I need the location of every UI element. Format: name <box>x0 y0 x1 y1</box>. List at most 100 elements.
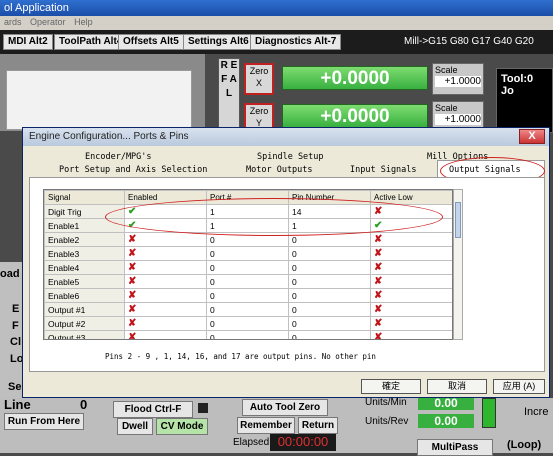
tab-spindle-setup[interactable]: Spindle Setup <box>257 152 324 162</box>
tab-input-signals[interactable]: Input Signals <box>350 165 417 175</box>
set-label[interactable]: Se <box>8 381 21 393</box>
app-menu-bar: ards Operator Help <box>0 16 553 30</box>
port-cell[interactable]: 0 <box>206 330 289 339</box>
active-low-cell[interactable]: ✘ <box>370 330 452 340</box>
multipass-button[interactable]: MultiPass <box>417 439 493 456</box>
cross-icon[interactable]: ✘ <box>374 332 382 340</box>
tab-port-setup[interactable]: Port Setup and Axis Selection <box>59 165 207 175</box>
pin-cell[interactable]: 0 <box>288 246 371 261</box>
table-row[interactable]: Enable3 ✘ 0 0 ✘ <box>44 246 452 261</box>
port-cell[interactable]: 0 <box>206 288 289 303</box>
enabled-cell[interactable]: ✘ <box>124 316 207 331</box>
active-low-cell[interactable]: ✘ <box>370 232 452 247</box>
enabled-cell[interactable]: ✘ <box>124 274 207 289</box>
enabled-cell[interactable]: ✘ <box>124 288 207 303</box>
active-low-cell[interactable]: ✘ <box>370 316 452 331</box>
enabled-cell[interactable]: ✘ <box>124 260 207 275</box>
table-row[interactable]: Output #1 ✘ 0 0 ✘ <box>44 302 452 317</box>
cross-icon[interactable]: ✘ <box>128 234 136 245</box>
tab-encoder-mpg[interactable]: Encoder/MPG's <box>85 152 152 162</box>
active-low-cell[interactable]: ✘ <box>370 274 452 289</box>
run-from-here-button[interactable]: Run From Here <box>4 413 84 430</box>
tab-motor-outputs[interactable]: Motor Outputs <box>246 165 313 175</box>
return-button[interactable]: Return <box>298 417 338 434</box>
grid-scrollbar[interactable] <box>453 189 463 340</box>
enabled-rows-highlight-oval <box>105 198 443 236</box>
enabled-cell[interactable]: ✘ <box>124 232 207 247</box>
cross-icon[interactable]: ✘ <box>374 262 382 273</box>
enabled-cell[interactable]: ✘ <box>124 302 207 317</box>
menu-item[interactable]: Help <box>74 17 93 27</box>
close-button[interactable]: X <box>519 129 545 144</box>
pin-cell[interactable]: 0 <box>288 316 371 331</box>
cross-icon[interactable]: ✘ <box>374 318 382 329</box>
cross-icon[interactable]: ✘ <box>374 276 382 287</box>
remember-button[interactable]: Remember <box>237 417 295 434</box>
ok-button[interactable]: 確定 <box>361 379 421 394</box>
dialog-title-bar: Engine Configuration... Ports & Pins <box>23 128 549 146</box>
port-cell[interactable]: 0 <box>206 302 289 317</box>
cross-icon[interactable]: ✘ <box>128 332 136 340</box>
dro-x: +0.0000 <box>282 66 428 90</box>
cross-icon[interactable]: ✘ <box>128 290 136 301</box>
elapsed-label: Elapsed <box>233 437 270 448</box>
dwell-button[interactable]: Dwell <box>117 418 153 435</box>
load-label[interactable]: oad <box>0 268 20 280</box>
scroll-thumb[interactable] <box>455 202 461 238</box>
tab-mdi[interactable]: MDI Alt2 <box>3 34 53 50</box>
port-cell[interactable]: 0 <box>206 260 289 275</box>
pin-cell[interactable]: 0 <box>288 260 371 275</box>
app-title-bar: ol Application <box>0 0 553 16</box>
close-label[interactable]: Cl <box>10 336 21 348</box>
cross-icon[interactable]: ✘ <box>374 304 382 315</box>
pin-cell[interactable]: 0 <box>288 274 371 289</box>
port-cell[interactable]: 0 <box>206 316 289 331</box>
table-row[interactable]: Output #2 ✘ 0 0 ✘ <box>44 316 452 331</box>
tab-settings[interactable]: Settings Alt6 <box>183 34 254 50</box>
active-low-cell[interactable]: ✘ <box>370 246 452 261</box>
dialog-title: Engine Configuration... Ports & Pins <box>29 131 189 142</box>
tab-toolpath[interactable]: ToolPath Alt4 <box>54 34 128 50</box>
auto-tool-zero-button[interactable]: Auto Tool Zero <box>242 399 328 416</box>
units-rev-value: 0.00 <box>418 414 474 428</box>
incr-label: Incre <box>524 406 549 418</box>
cross-icon[interactable]: ✘ <box>128 262 136 273</box>
table-row[interactable]: Enable6 ✘ 0 0 ✘ <box>44 288 452 303</box>
tab-offsets[interactable]: Offsets Alt5 <box>118 34 184 50</box>
table-row[interactable]: Enable4 ✘ 0 0 ✘ <box>44 260 452 275</box>
cross-icon[interactable]: ✘ <box>374 248 382 259</box>
flood-button[interactable]: Flood Ctrl-F <box>113 401 193 418</box>
tab-diagnostics[interactable]: Diagnostics Alt-7 <box>250 34 342 50</box>
cv-mode-button[interactable]: CV Mode <box>156 418 208 435</box>
pin-cell[interactable]: 0 <box>288 302 371 317</box>
enabled-cell[interactable]: ✘ <box>124 330 207 340</box>
port-cell[interactable]: 0 <box>206 246 289 261</box>
col-signal[interactable]: Signal <box>44 190 125 205</box>
table-row[interactable]: Output #3 ✘ 0 0 ✘ <box>44 330 452 340</box>
cross-icon[interactable]: ✘ <box>128 304 136 315</box>
menu-item[interactable]: Operator <box>30 17 66 27</box>
active-low-cell[interactable]: ✘ <box>370 260 452 275</box>
scale-y-value: +1.0000 <box>435 114 481 125</box>
enabled-cell[interactable]: ✘ <box>124 246 207 261</box>
cross-icon[interactable]: ✘ <box>128 248 136 259</box>
menu-item[interactable]: ards <box>4 17 22 27</box>
signal-cell: Output #3 <box>44 330 125 339</box>
apply-button[interactable]: 应用 (A) <box>493 379 545 394</box>
port-cell[interactable]: 0 <box>206 274 289 289</box>
pin-cell[interactable]: 0 <box>288 330 371 339</box>
active-low-cell[interactable]: ✘ <box>370 288 452 303</box>
table-row[interactable]: Enable5 ✘ 0 0 ✘ <box>44 274 452 289</box>
zero-x-button[interactable]: Zero X <box>244 63 274 95</box>
cross-icon[interactable]: ✘ <box>128 276 136 287</box>
gcode-display <box>6 70 192 130</box>
active-low-cell[interactable]: ✘ <box>370 302 452 317</box>
ref-all-button[interactable]: R E F A L <box>218 58 240 132</box>
cross-icon[interactable]: ✘ <box>374 290 382 301</box>
f-label[interactable]: F <box>12 320 19 332</box>
cross-icon[interactable]: ✘ <box>374 234 382 245</box>
pin-cell[interactable]: 0 <box>288 288 371 303</box>
edit-label[interactable]: E <box>12 303 19 315</box>
cancel-button[interactable]: 取消 <box>427 379 487 394</box>
cross-icon[interactable]: ✘ <box>128 318 136 329</box>
